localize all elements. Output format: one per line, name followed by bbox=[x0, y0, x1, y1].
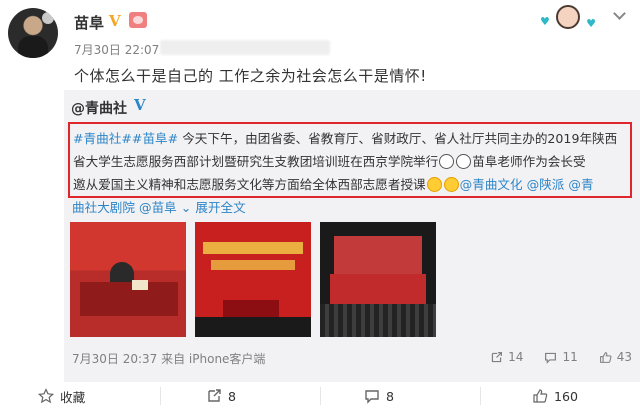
photo-thumbnail[interactable] bbox=[320, 222, 436, 337]
repost-button-count: 8 bbox=[228, 388, 237, 404]
repost-line-2: 省大学生志愿服务西部计划暨研究生支教团培训班在西京学院举行 bbox=[73, 154, 439, 169]
emoji-icon bbox=[439, 154, 455, 169]
comment-button[interactable]: 8 bbox=[364, 382, 394, 410]
mention-link[interactable]: 曲社大剧院 bbox=[72, 200, 135, 215]
repost-line-4: 曲社大剧院 @苗阜 ⌄ 展开全文 bbox=[72, 197, 246, 216]
collect-label: 收藏 bbox=[60, 389, 86, 405]
member-badge-icon bbox=[129, 12, 147, 28]
share-icon bbox=[491, 351, 503, 362]
repost-line-2b: 苗阜老师作为会长受 bbox=[472, 154, 586, 169]
chevron-down-icon[interactable] bbox=[612, 8, 626, 22]
repost-like-button[interactable]: 43 bbox=[598, 350, 632, 364]
like-button-count: 160 bbox=[554, 388, 579, 404]
comment-icon bbox=[545, 352, 557, 364]
blurred-source bbox=[160, 40, 330, 55]
repost-comment-button[interactable]: 11 bbox=[543, 350, 578, 364]
collect-button[interactable]: 收藏 bbox=[38, 382, 85, 410]
repost-body: #青曲社##苗阜# 今天下午，由团省委、省教育厅、省财政厅、省人社厅共同主办的2… bbox=[68, 122, 632, 198]
post-text: 个体怎么干是自己的 工作之余为社会怎么干是情怀! bbox=[74, 67, 427, 85]
repost-line-1: 今天下午，由团省委、省教育厅、省财政厅、省人社厅共同主办的2019年陕西 bbox=[178, 131, 618, 146]
chevron-down-icon: ⌄ bbox=[180, 200, 192, 215]
post-header: 苗阜 V 7月30日 22:07 ♥ ♥ 个体怎么干是自己的 工作之余为社会怎么干… bbox=[0, 0, 640, 90]
mention-link[interactable]: @青曲文化 bbox=[460, 177, 523, 192]
star-icon bbox=[38, 388, 54, 404]
verified-icon: V bbox=[109, 12, 121, 30]
divider bbox=[160, 387, 161, 405]
repost-actions: 14 11 43 bbox=[489, 350, 632, 364]
share-icon bbox=[208, 389, 221, 402]
comment-count: 11 bbox=[562, 350, 578, 364]
repost-share-button[interactable]: 14 bbox=[489, 350, 523, 364]
repost-meta[interactable]: 7月30日 20:37 来自 iPhone客户端 bbox=[72, 350, 265, 367]
repost-button[interactable]: 8 bbox=[206, 382, 236, 410]
post-date[interactable]: 7月30日 22:07 bbox=[74, 41, 159, 58]
divider bbox=[320, 387, 321, 405]
emoji-icon bbox=[426, 177, 442, 192]
expand-link[interactable]: 展开全文 bbox=[195, 200, 245, 215]
post-footer: 收藏 8 8 160 bbox=[0, 382, 640, 410]
mention-link[interactable]: @苗阜 bbox=[139, 200, 177, 215]
user-sticker-icon: ♥ ♥ bbox=[540, 5, 596, 37]
avatar-highlight bbox=[42, 12, 54, 24]
divider bbox=[480, 387, 481, 405]
emoji-icon bbox=[443, 177, 459, 192]
avatar[interactable] bbox=[8, 8, 58, 58]
repost-handle[interactable]: @青曲社 bbox=[71, 98, 127, 118]
thumbs-up-icon bbox=[533, 389, 548, 403]
mention-link[interactable]: @陕派 bbox=[527, 177, 565, 192]
thumbs-up-icon bbox=[599, 351, 612, 363]
photo-thumbnail[interactable] bbox=[70, 222, 186, 337]
photo-thumbnail[interactable] bbox=[195, 222, 311, 337]
mention-link[interactable]: @青 bbox=[568, 177, 593, 192]
repost-count: 14 bbox=[508, 350, 524, 364]
post-username[interactable]: 苗阜 bbox=[74, 12, 104, 33]
emoji-icon bbox=[456, 154, 472, 169]
hashtag-link[interactable]: #青曲社##苗阜# bbox=[73, 131, 178, 146]
repost-line-3: 邀从爱国主义精神和志愿服务文化等方面给全体西部志愿者授课 bbox=[73, 177, 426, 192]
like-count: 43 bbox=[616, 350, 632, 364]
like-button[interactable]: 160 bbox=[532, 382, 578, 410]
comment-button-count: 8 bbox=[386, 388, 395, 404]
repost-verified-icon: V bbox=[134, 96, 146, 114]
comment-icon bbox=[365, 390, 379, 404]
repost-card: @青曲社 V #青曲社##苗阜# 今天下午，由团省委、省教育厅、省财政厅、省人社… bbox=[64, 90, 640, 382]
